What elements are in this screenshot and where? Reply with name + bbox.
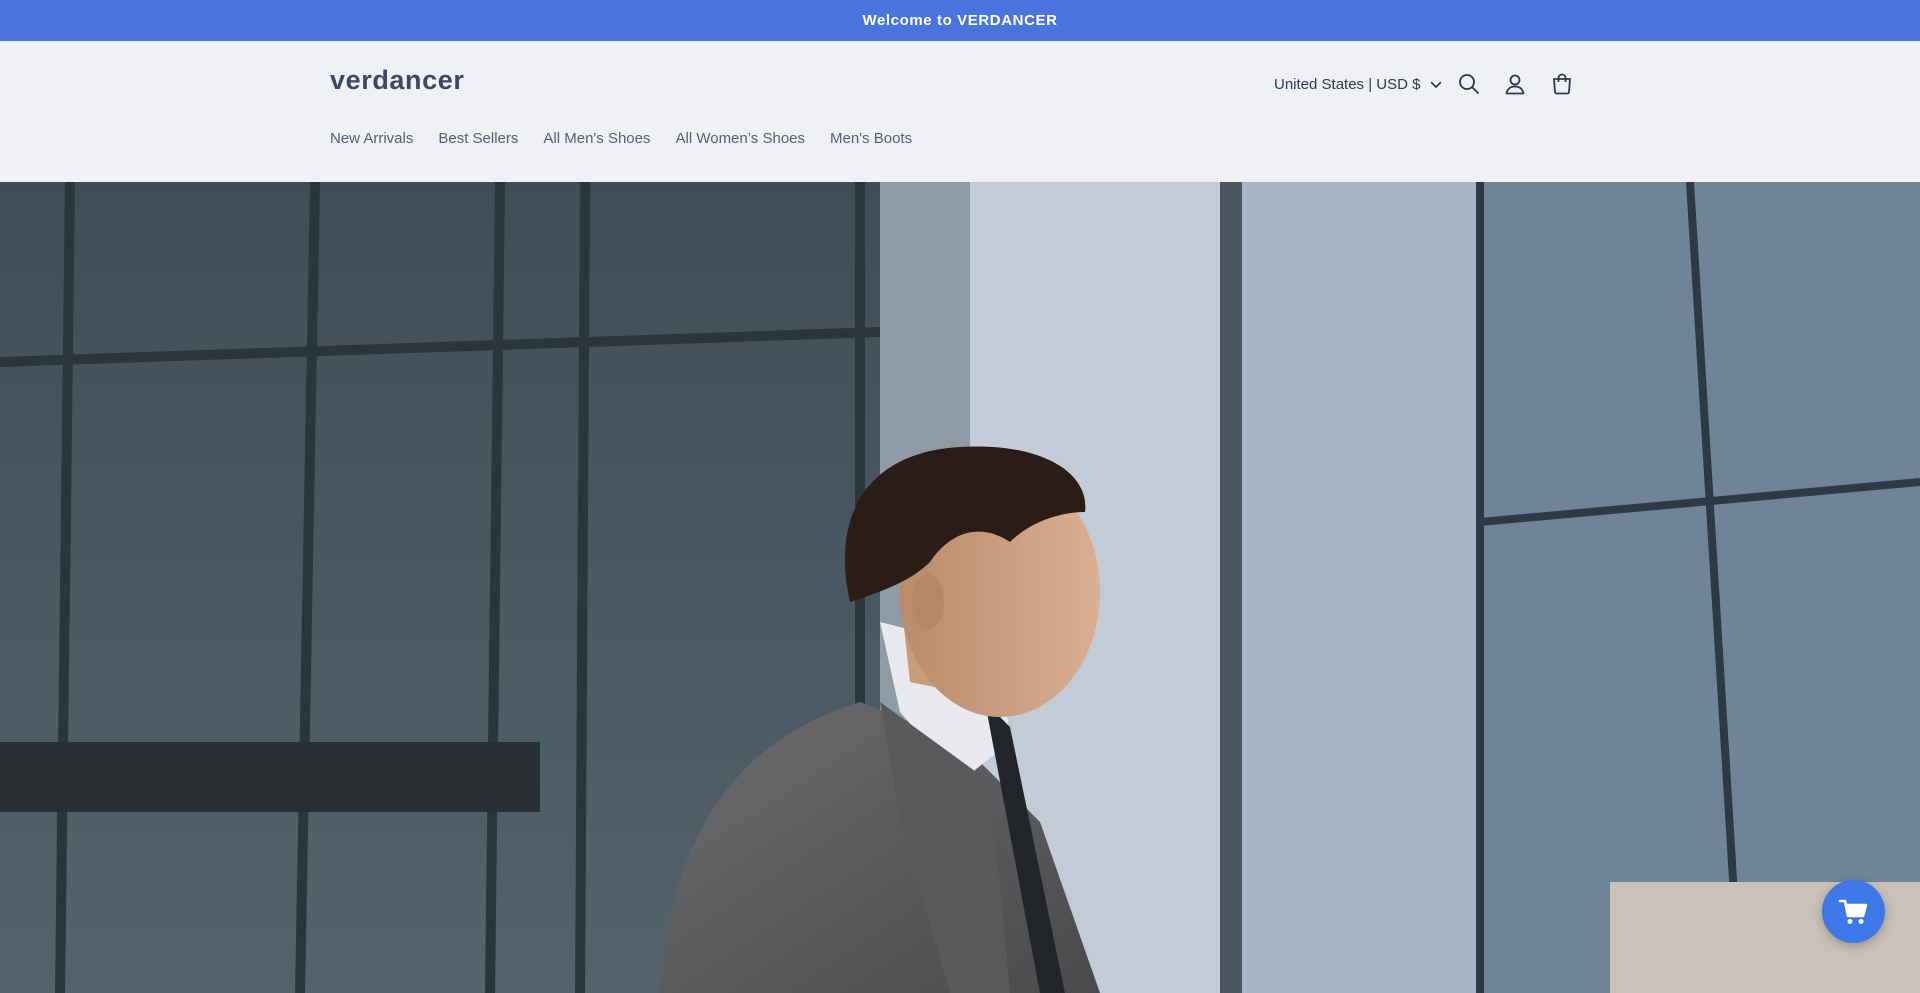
country-currency-selector[interactable]: United States | USD $ [1274,76,1442,93]
announcement-text: Welcome to VERDANCER [862,12,1058,29]
country-currency-label: United States | USD $ [1274,75,1421,93]
nav-item-mens-boots[interactable]: Men's Boots [830,130,912,147]
main-navigation: New Arrivals Best Sellers All Men's Shoe… [330,130,912,147]
hero-banner[interactable] [0,182,1920,993]
site-header: verdancer United States | USD $ New Arri… [0,41,1920,182]
cart-icon [1553,73,1572,95]
search-button[interactable] [1456,71,1482,97]
chevron-down-icon [1430,76,1442,93]
hero-glass-panel [1242,182,1482,993]
hero-ear [912,574,944,630]
hero-image [0,182,1920,993]
shopping-cart-icon [1838,899,1867,924]
nav-item-all-womens-shoes[interactable]: All Women’s Shoes [676,130,806,147]
hero-pillar [1220,182,1242,993]
store-logo[interactable]: verdancer [330,65,464,96]
announcement-bar: Welcome to VERDANCER [0,0,1920,41]
nav-item-all-mens-shoes[interactable]: All Men's Shoes [543,130,650,147]
hero-canopy [0,742,540,812]
account-button[interactable] [1502,71,1528,97]
floating-cart-button[interactable] [1822,880,1885,943]
nav-item-best-sellers[interactable]: Best Sellers [438,130,518,147]
header-actions: United States | USD $ [1274,71,1575,97]
cart-button[interactable] [1549,71,1575,97]
account-icon [1506,74,1525,95]
search-icon [1459,74,1480,94]
nav-item-new-arrivals[interactable]: New Arrivals [330,130,413,147]
